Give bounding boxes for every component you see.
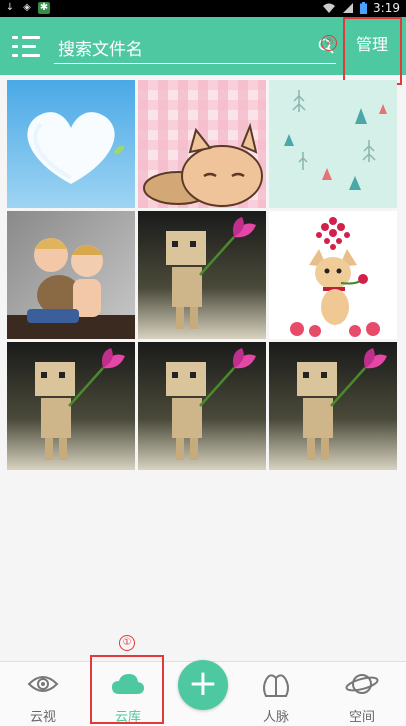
mint-pattern-photo	[269, 80, 397, 208]
chihuahua-photo	[269, 211, 397, 339]
cloud-icon	[112, 674, 144, 694]
tab-label: 人脉	[262, 710, 289, 725]
battery-icon	[360, 2, 368, 14]
danbo-flower-photo	[138, 211, 266, 339]
tab-label: 云库	[114, 710, 141, 725]
photo-tile-6[interactable]	[269, 211, 397, 339]
search-field[interactable]: 搜索文件名	[54, 29, 336, 64]
photo-tile-1[interactable]	[7, 80, 135, 208]
annotation-marker-2: ②	[321, 35, 337, 51]
signal-icon	[343, 3, 354, 13]
tab-yunshi[interactable]: 云视	[3, 662, 83, 726]
tab-kongjian[interactable]: 空间	[322, 662, 402, 726]
photo-tile-8[interactable]	[138, 342, 266, 470]
shield-icon: ◈	[23, 2, 31, 13]
add-button[interactable]: +	[178, 660, 228, 710]
app-icon: ✱	[38, 2, 50, 14]
manage-button[interactable]: 管理	[344, 17, 400, 75]
danbo-flower-photo	[138, 342, 266, 470]
photo-tile-2[interactable]	[138, 80, 266, 208]
tab-yunku[interactable]: 云库	[88, 662, 168, 726]
tab-label: 空间	[348, 710, 375, 725]
photo-tile-7[interactable]	[7, 342, 135, 470]
photo-tile-3[interactable]	[269, 80, 397, 208]
photo-tile-9[interactable]	[269, 342, 397, 470]
planet-icon	[345, 674, 379, 694]
danbo-flower-photo	[269, 342, 397, 470]
status-time: 3:19	[373, 1, 400, 15]
download-icon: ↓	[5, 2, 15, 13]
tab-renmai[interactable]: 人脉	[236, 662, 316, 726]
people-icon	[263, 674, 289, 697]
cartoon-cat-photo	[138, 80, 266, 208]
heart-cloud-photo	[7, 80, 135, 208]
search-placeholder: 搜索文件名	[58, 40, 143, 60]
kids-photo	[7, 211, 135, 339]
photo-tile-5[interactable]	[138, 211, 266, 339]
eye-icon	[27, 676, 59, 692]
tab-label: 云视	[29, 710, 56, 725]
wifi-icon	[323, 3, 336, 13]
menu-icon[interactable]	[12, 34, 42, 58]
danbo-flower-photo	[7, 342, 135, 470]
annotation-marker-1: ①	[119, 635, 135, 651]
photo-tile-4[interactable]	[7, 211, 135, 339]
status-bar: ↓ ◈ ✱ 3:19	[0, 0, 406, 17]
top-bar: 搜索文件名 管理	[0, 17, 406, 75]
